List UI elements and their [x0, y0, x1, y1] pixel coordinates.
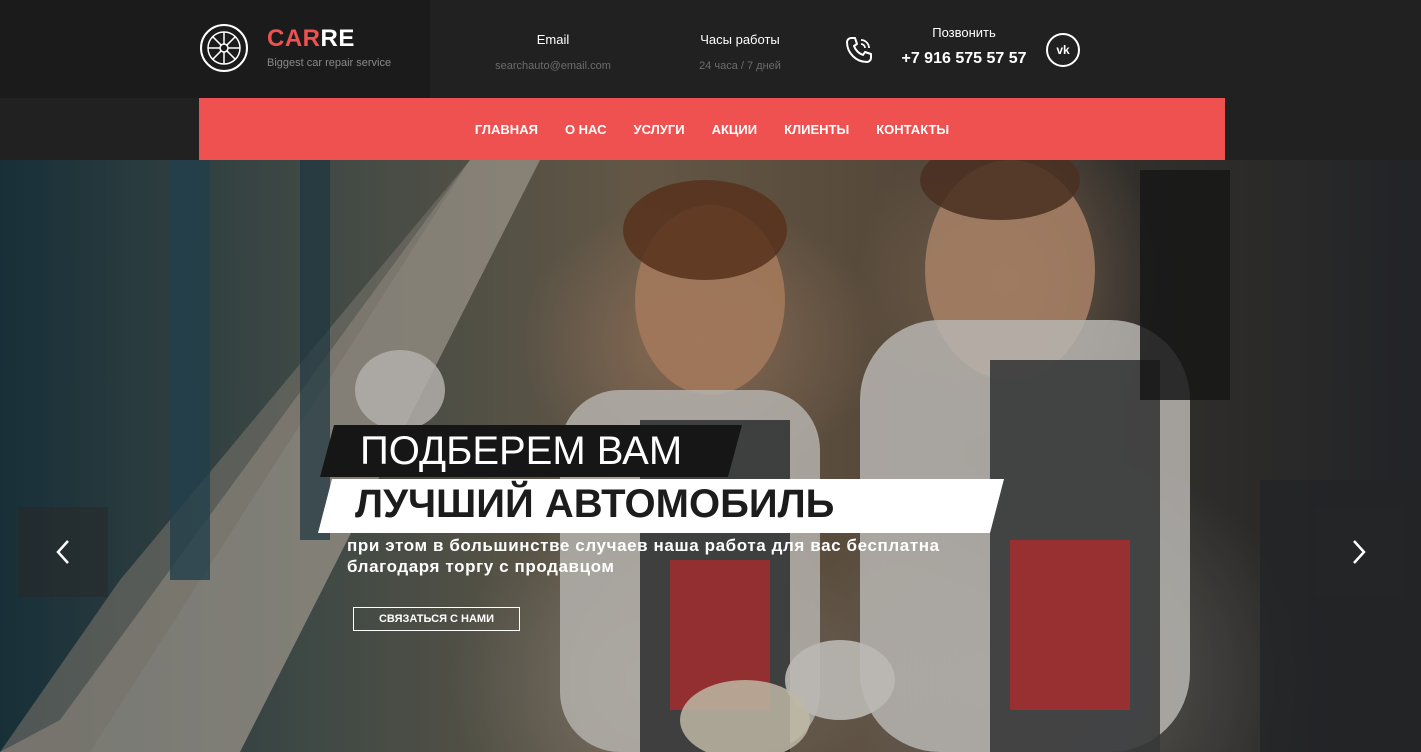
logo-block[interactable]: CARRE Biggest car repair service [0, 0, 430, 98]
call-label: Позвонить [932, 25, 996, 40]
nav-item-promotions[interactable]: АКЦИИ [698, 122, 771, 137]
chevron-left-icon [56, 540, 69, 564]
headline-line2-text: ЛУЧШИЙ АВТОМОБИЛЬ [355, 482, 835, 526]
slider-prev-button[interactable] [18, 507, 108, 597]
brand-tagline: Biggest car repair service [267, 57, 392, 69]
wheel-icon [200, 24, 248, 72]
hero-subtitle-line2: благодаря торгу с продавцом [347, 557, 615, 576]
slider-next-button[interactable] [1314, 507, 1404, 597]
headline-line2: ЛУЧШИЙ АВТОМОБИЛЬ [318, 479, 1004, 533]
email-label: Email [536, 32, 570, 47]
hero-slider: ПОДБЕРЕМ ВАМ ЛУЧШИЙ АВТОМОБИЛЬ при этом … [0, 160, 1421, 752]
hero-subtitle-line1: при этом в большинстве случаев наша рабо… [347, 536, 940, 555]
site-header: CARRE Biggest car repair service Email s… [0, 0, 1421, 160]
brand-name-accent: CAR [267, 25, 321, 52]
phone-icon [846, 37, 872, 63]
nav-item-about[interactable]: О НАС [551, 122, 620, 137]
phone-number[interactable]: +7 916 575 57 57 [900, 50, 1028, 68]
hero-subtitle: при этом в большинстве случаев наша рабо… [347, 535, 1077, 577]
hours-info: Часы работы 24 часа / 7 дней [690, 32, 790, 72]
email-info: Email searchauto@email.com [488, 32, 618, 72]
headline-line1-text: ПОДБЕРЕМ ВАМ [360, 429, 683, 473]
nav-item-clients[interactable]: КЛИЕНТЫ [771, 122, 863, 137]
nav-item-services[interactable]: УСЛУГИ [620, 122, 698, 137]
main-nav: ГЛАВНАЯ О НАС УСЛУГИ АКЦИИ КЛИЕНТЫ КОНТА… [199, 98, 1225, 160]
email-value[interactable]: searchauto@email.com [488, 60, 618, 72]
brand-name: CARRE [267, 25, 355, 53]
brand-name-rest: RE [320, 25, 355, 52]
nav-item-home[interactable]: ГЛАВНАЯ [461, 122, 551, 137]
headline-line1: ПОДБЕРЕМ ВАМ [320, 425, 742, 477]
nav-item-contacts[interactable]: КОНТАКТЫ [863, 122, 963, 137]
vk-icon[interactable]: vk [1046, 33, 1080, 67]
chevron-right-icon [1353, 540, 1366, 564]
hours-label: Часы работы [700, 32, 780, 47]
hours-value: 24 часа / 7 дней [699, 60, 781, 72]
contact-us-button[interactable]: СВЯЗАТЬСЯ С НАМИ [353, 607, 520, 631]
